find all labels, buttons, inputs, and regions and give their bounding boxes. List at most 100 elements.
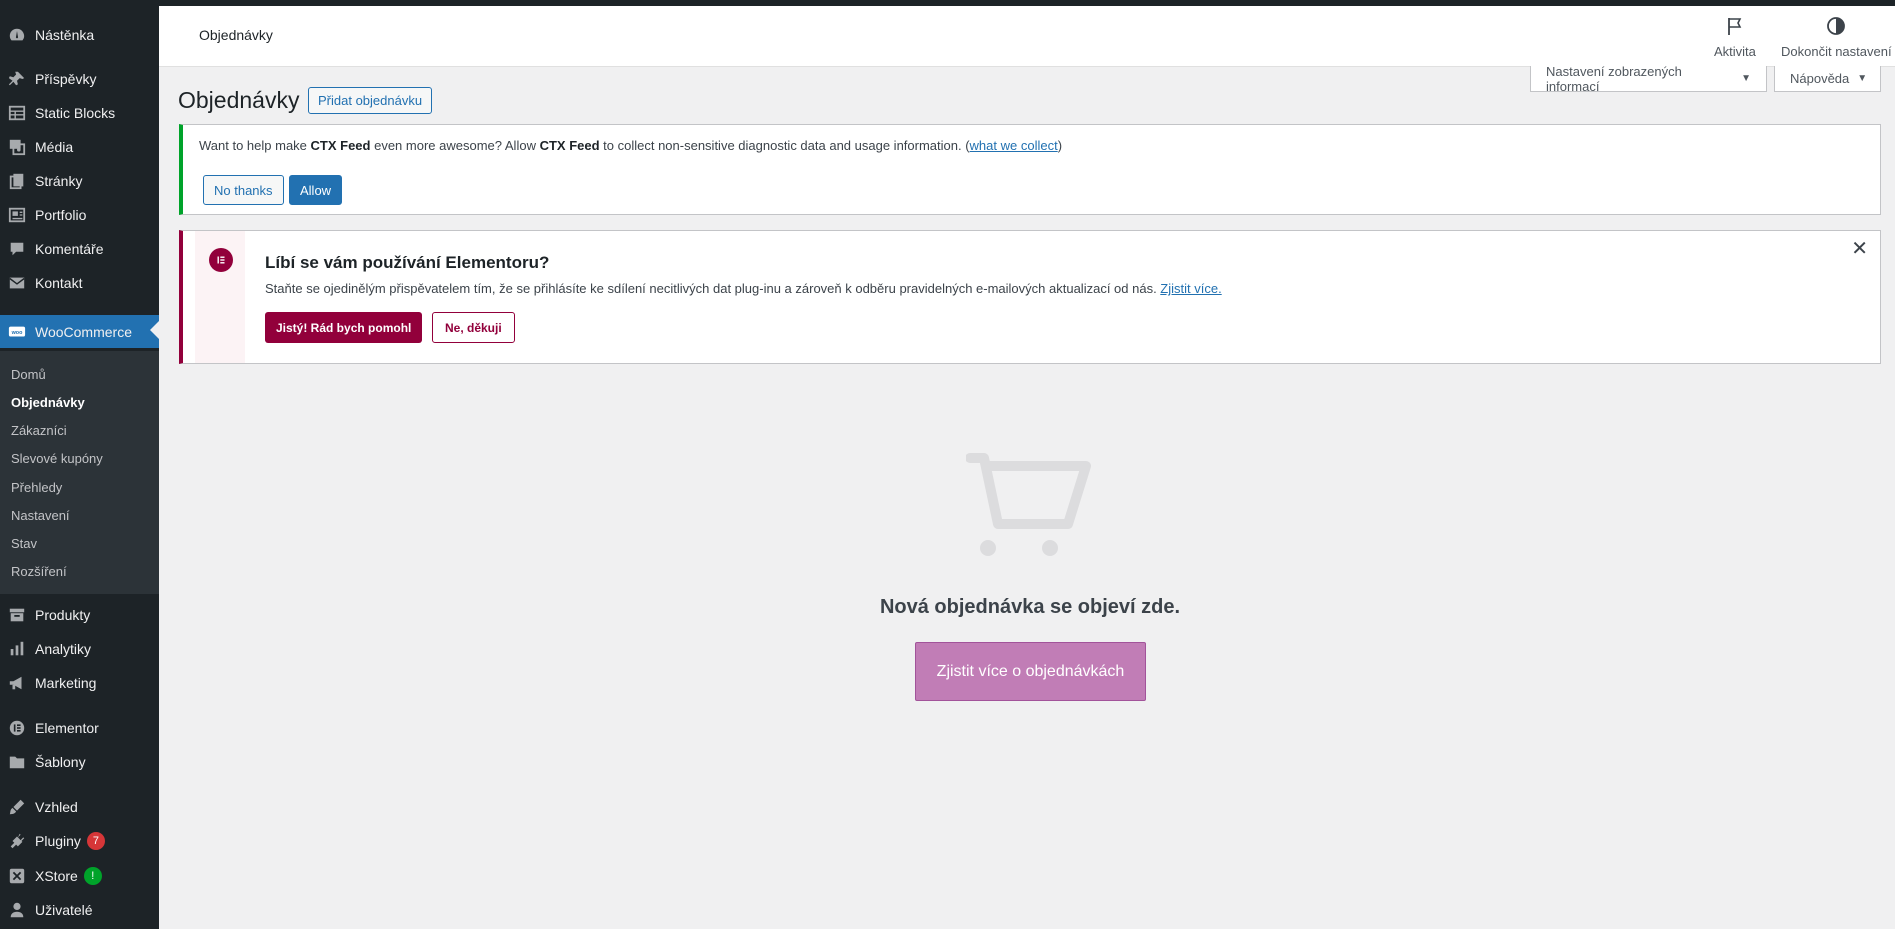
notice-text: ) [1057, 138, 1063, 153]
shopping-cart-icon [966, 453, 1091, 556]
elementor-logo-icon [209, 248, 233, 272]
sidebar-item-woocommerce[interactable]: woo WooCommerce [0, 315, 159, 348]
screen-options-label: Nastavení zobrazených informací [1546, 63, 1682, 94]
finish-setup-button[interactable]: Dokončit nastavení [1781, 16, 1892, 59]
sidebar-item-label: Portfolio [35, 207, 87, 223]
activity-label: Aktivita [1714, 44, 1756, 59]
notice-text: Staňte se ojedinělým přispěvatelem tím, … [265, 281, 1161, 296]
sidebar-item-media[interactable]: Média [0, 132, 159, 162]
sidebar-item-static-blocks[interactable]: Static Blocks [0, 98, 159, 128]
screen-options-toggle[interactable]: Nastavení zobrazených informací ▼ [1530, 63, 1767, 94]
sidebar-item-label: Šablony [35, 754, 86, 770]
ctx-feed-notice: Want to help make CTX Feed even more awe… [179, 124, 1881, 215]
learn-more-link[interactable]: Zjistit více. [1160, 281, 1221, 296]
sidebar-item-contact[interactable]: Kontakt [0, 268, 159, 298]
sidebar-item-label: Stránky [35, 173, 83, 189]
portfolio-icon [7, 205, 27, 225]
megaphone-icon [7, 673, 27, 693]
caret-down-icon: ▼ [1857, 73, 1868, 84]
elementor-icon [7, 718, 27, 738]
no-thanks-button[interactable]: No thanks [203, 175, 284, 205]
caret-down-icon: ▼ [1741, 73, 1751, 84]
close-icon[interactable]: ✕ [1851, 239, 1868, 259]
sidebar-item-label: Uživatelé [35, 902, 93, 918]
sidebar-item-plugins[interactable]: Pluginy 7 [0, 826, 159, 856]
allow-button[interactable]: Allow [289, 175, 343, 205]
sidebar-item-xstore[interactable]: XStore ! [0, 861, 159, 891]
empty-orders-message: Nová objednávka se objeví zde. [879, 596, 1181, 618]
sidebar-item-label: Static Blocks [35, 105, 116, 121]
sidebar-item-label: Nástěnka [35, 27, 95, 43]
elementor-notice-text: Staňte se ojedinělým přispěvatelem tím, … [265, 281, 1222, 296]
woo-icon: woo [7, 322, 27, 342]
dashboard-icon [7, 25, 27, 45]
header-title: Objednávky [199, 27, 273, 43]
sidebar-item-label: WooCommerce [35, 323, 132, 340]
comment-icon [7, 239, 27, 259]
submenu-item-home[interactable]: Domů [11, 367, 46, 382]
sidebar-item-posts[interactable]: Příspěvky [0, 64, 159, 94]
sidebar-item-appearance[interactable]: Vzhled [0, 792, 159, 822]
activity-button[interactable]: Aktivita [1714, 16, 1756, 59]
sidebar-item-templates[interactable]: Šablony [0, 747, 159, 777]
sidebar-item-label: Analytiky [35, 641, 92, 657]
elementor-notice: Líbí se vám používání Elementoru? Staňte… [179, 230, 1881, 364]
media-icon [7, 137, 27, 157]
learn-more-orders-button[interactable]: Zjistit více o objednávkách [915, 642, 1146, 701]
submenu-item-coupons[interactable]: Slevové kupóny [11, 451, 103, 466]
sidebar-item-label: Komentáře [35, 241, 104, 257]
what-we-collect-link[interactable]: what we collect [970, 138, 1058, 153]
elementor-decline-button[interactable]: Ne, děkuji [432, 312, 515, 343]
sidebar-item-label: Marketing [35, 675, 97, 691]
archive-icon [7, 605, 27, 625]
page-title: Objednávky [178, 87, 300, 113]
brand-name: CTX Feed [310, 138, 371, 153]
admin-sidebar: Nástěnka Příspěvky Static Blocks Média S… [0, 6, 159, 929]
sidebar-item-label: Pluginy [35, 833, 81, 849]
submenu-item-settings[interactable]: Nastavení [11, 508, 70, 523]
plugins-update-badge: 7 [86, 832, 105, 850]
brush-icon [7, 797, 27, 817]
help-toggle[interactable]: Nápověda ▼ [1774, 66, 1881, 92]
submenu-item-extensions[interactable]: Rozšíření [11, 564, 67, 579]
pages-icon [7, 171, 27, 191]
sidebar-item-elementor[interactable]: Elementor [0, 713, 159, 743]
woocommerce-submenu: Domů Objednávky Zákazníci Slevové kupóny… [0, 351, 159, 594]
xstore-icon [7, 866, 27, 886]
ctx-feed-message: Want to help make CTX Feed even more awe… [199, 138, 1062, 153]
sidebar-item-portfolio[interactable]: Portfolio [0, 200, 159, 230]
woocommerce-header: Objednávky Aktivita Dokončit nastavení [159, 6, 1895, 67]
table-icon [7, 103, 27, 123]
folder-icon [7, 752, 27, 772]
progress-circle-icon [1826, 16, 1846, 44]
finish-setup-label: Dokončit nastavení [1781, 44, 1892, 59]
svg-text:woo: woo [11, 329, 23, 335]
pin-icon [7, 69, 27, 89]
sidebar-item-comments[interactable]: Komentáře [0, 234, 159, 264]
sidebar-item-label: Vzhled [35, 799, 78, 815]
sidebar-item-label: Příspěvky [35, 71, 97, 87]
add-order-button[interactable]: Přidat objednávku [308, 87, 433, 114]
elementor-notice-title: Líbí se vám používání Elementoru? [265, 253, 550, 272]
elementor-agree-button[interactable]: Jistý! Rád bych pomohl [265, 312, 423, 343]
sidebar-item-analytics[interactable]: Analytiky [0, 634, 159, 664]
notice-text: to collect non-sensitive diagnostic data… [599, 138, 970, 153]
sidebar-item-label: Produkty [35, 607, 91, 623]
sidebar-item-pages[interactable]: Stránky [0, 166, 159, 196]
notice-text: Want to help make [199, 138, 311, 153]
sidebar-item-marketing[interactable]: Marketing [0, 668, 159, 698]
xstore-alert-badge: ! [83, 867, 102, 885]
submenu-item-status[interactable]: Stav [11, 536, 37, 551]
sidebar-item-label: Média [35, 139, 74, 155]
sidebar-item-label: Kontakt [35, 275, 83, 291]
sidebar-item-users[interactable]: Uživatelé [0, 895, 159, 925]
sidebar-item-products[interactable]: Produkty [0, 600, 159, 630]
sidebar-item-dashboard[interactable]: Nástěnka [0, 20, 159, 50]
submenu-item-customers[interactable]: Zákazníci [11, 423, 67, 438]
brand-name: CTX Feed [539, 138, 600, 153]
user-icon [7, 900, 27, 920]
sidebar-item-label: XStore [35, 868, 78, 884]
submenu-item-orders[interactable]: Objednávky [11, 395, 85, 410]
submenu-item-reports[interactable]: Přehledy [11, 480, 62, 495]
mail-icon [7, 273, 27, 293]
